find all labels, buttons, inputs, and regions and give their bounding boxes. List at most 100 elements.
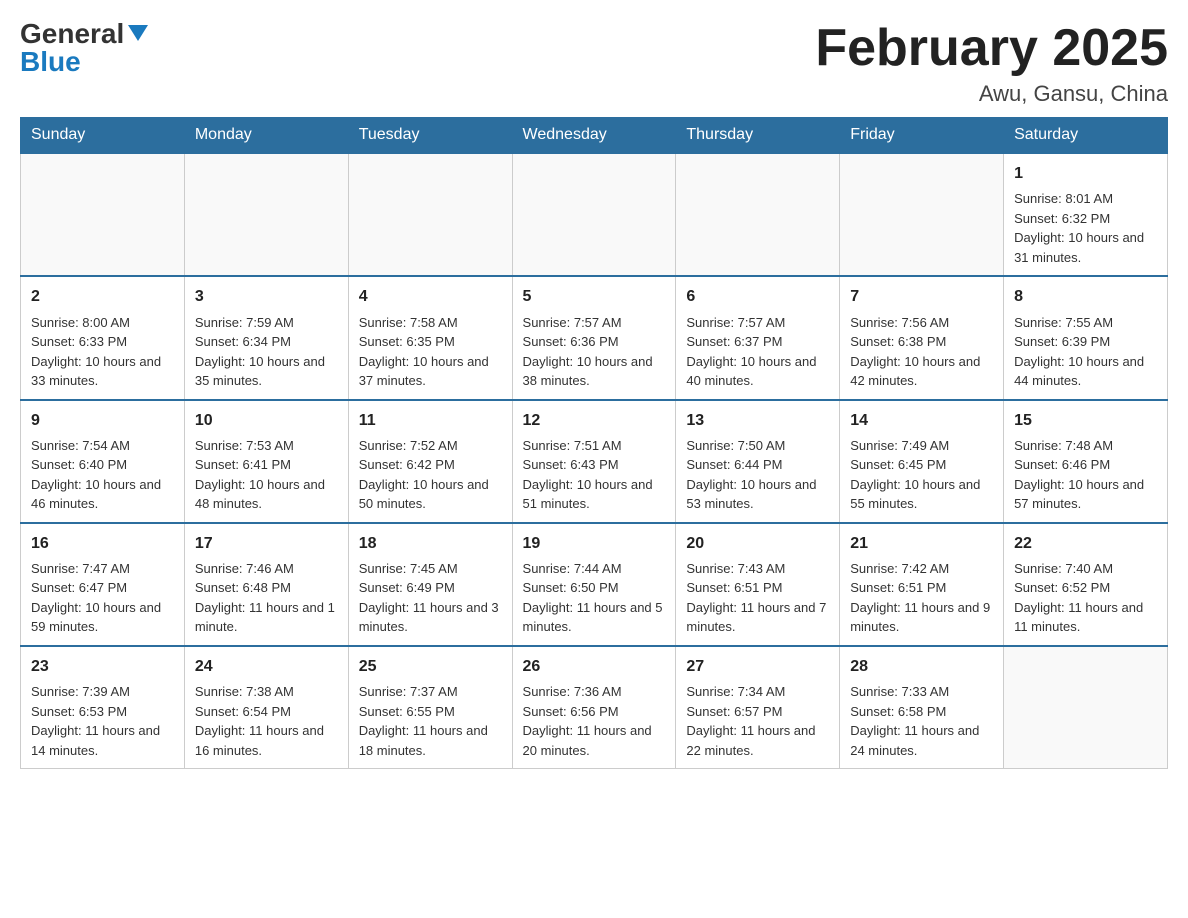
day-number: 27	[686, 655, 829, 678]
weekday-header-thursday: Thursday	[676, 118, 840, 154]
day-number: 24	[195, 655, 338, 678]
calendar-cell: 10 Sunrise: 7:53 AM Sunset: 6:41 PM Dayli…	[184, 400, 348, 523]
title-block: February 2025 Awu, Gansu, China	[815, 20, 1168, 107]
calendar-week-row: 23 Sunrise: 7:39 AM Sunset: 6:53 PM Dayli…	[21, 646, 1168, 769]
calendar-header: SundayMondayTuesdayWednesdayThursdayFrid…	[21, 118, 1168, 154]
weekday-header-saturday: Saturday	[1004, 118, 1168, 154]
day-info: Sunrise: 7:45 AM Sunset: 6:49 PM Dayligh…	[359, 559, 502, 637]
page-header: General Blue February 2025 Awu, Gansu, C…	[20, 20, 1168, 107]
day-info: Sunrise: 7:53 AM Sunset: 6:41 PM Dayligh…	[195, 436, 338, 514]
day-info: Sunrise: 7:55 AM Sunset: 6:39 PM Dayligh…	[1014, 313, 1157, 391]
calendar-cell: 2 Sunrise: 8:00 AM Sunset: 6:33 PM Daylig…	[21, 276, 185, 399]
calendar-location: Awu, Gansu, China	[815, 81, 1168, 107]
day-info: Sunrise: 7:33 AM Sunset: 6:58 PM Dayligh…	[850, 682, 993, 760]
calendar-cell: 12Sunrise: 7:51 AM Sunset: 6:43 PM Dayli…	[512, 400, 676, 523]
day-info: Sunrise: 7:34 AM Sunset: 6:57 PM Dayligh…	[686, 682, 829, 760]
day-number: 23	[31, 655, 174, 678]
day-info: Sunrise: 8:00 AM Sunset: 6:33 PM Dayligh…	[31, 313, 174, 391]
day-info: Sunrise: 7:57 AM Sunset: 6:36 PM Dayligh…	[523, 313, 666, 391]
calendar-cell: 25Sunrise: 7:37 AM Sunset: 6:55 PM Dayli…	[348, 646, 512, 769]
day-info: Sunrise: 7:44 AM Sunset: 6:50 PM Dayligh…	[523, 559, 666, 637]
day-info: Sunrise: 7:36 AM Sunset: 6:56 PM Dayligh…	[523, 682, 666, 760]
day-info: Sunrise: 7:39 AM Sunset: 6:53 PM Dayligh…	[31, 682, 174, 760]
day-number: 12	[523, 409, 666, 432]
calendar-cell: 14 Sunrise: 7:49 AM Sunset: 6:45 PM Dayli…	[840, 400, 1004, 523]
calendar-cell: 4 Sunrise: 7:58 AM Sunset: 6:35 PM Daylig…	[348, 276, 512, 399]
day-number: 10	[195, 409, 338, 432]
calendar-cell: 9 Sunrise: 7:54 AM Sunset: 6:40 PM Daylig…	[21, 400, 185, 523]
calendar-week-row: 9 Sunrise: 7:54 AM Sunset: 6:40 PM Daylig…	[21, 400, 1168, 523]
day-info: Sunrise: 7:46 AM Sunset: 6:48 PM Dayligh…	[195, 559, 338, 637]
calendar-cell	[840, 153, 1004, 276]
logo-blue-text: Blue	[20, 48, 81, 76]
day-number: 22	[1014, 532, 1157, 555]
day-number: 7	[850, 285, 993, 308]
day-info: Sunrise: 7:42 AM Sunset: 6:51 PM Dayligh…	[850, 559, 993, 637]
calendar-cell: 6 Sunrise: 7:57 AM Sunset: 6:37 PM Daylig…	[676, 276, 840, 399]
calendar-cell: 26 Sunrise: 7:36 AM Sunset: 6:56 PM Dayli…	[512, 646, 676, 769]
day-number: 26	[523, 655, 666, 678]
day-info: Sunrise: 7:49 AM Sunset: 6:45 PM Dayligh…	[850, 436, 993, 514]
day-number: 28	[850, 655, 993, 678]
day-info: Sunrise: 7:56 AM Sunset: 6:38 PM Dayligh…	[850, 313, 993, 391]
weekday-header-monday: Monday	[184, 118, 348, 154]
calendar-cell: 18 Sunrise: 7:45 AM Sunset: 6:49 PM Dayli…	[348, 523, 512, 646]
calendar-cell: 16Sunrise: 7:47 AM Sunset: 6:47 PM Dayli…	[21, 523, 185, 646]
calendar-cell: 23 Sunrise: 7:39 AM Sunset: 6:53 PM Dayli…	[21, 646, 185, 769]
calendar-cell	[512, 153, 676, 276]
calendar-week-row: 1 Sunrise: 8:01 AM Sunset: 6:32 PM Daylig…	[21, 153, 1168, 276]
calendar-cell: 15 Sunrise: 7:48 AM Sunset: 6:46 PM Dayli…	[1004, 400, 1168, 523]
calendar-cell	[348, 153, 512, 276]
calendar-cell: 8Sunrise: 7:55 AM Sunset: 6:39 PM Daylig…	[1004, 276, 1168, 399]
calendar-cell: 21 Sunrise: 7:42 AM Sunset: 6:51 PM Dayli…	[840, 523, 1004, 646]
calendar-cell: 19Sunrise: 7:44 AM Sunset: 6:50 PM Dayli…	[512, 523, 676, 646]
day-number: 20	[686, 532, 829, 555]
day-number: 4	[359, 285, 502, 308]
calendar-cell: 13Sunrise: 7:50 AM Sunset: 6:44 PM Dayli…	[676, 400, 840, 523]
calendar-cell: 20 Sunrise: 7:43 AM Sunset: 6:51 PM Dayli…	[676, 523, 840, 646]
day-number: 9	[31, 409, 174, 432]
logo-triangle-icon	[128, 25, 148, 41]
day-info: Sunrise: 7:50 AM Sunset: 6:44 PM Dayligh…	[686, 436, 829, 514]
day-number: 3	[195, 285, 338, 308]
day-info: Sunrise: 8:01 AM Sunset: 6:32 PM Dayligh…	[1014, 189, 1157, 267]
day-info: Sunrise: 7:57 AM Sunset: 6:37 PM Dayligh…	[686, 313, 829, 391]
day-number: 16	[31, 532, 174, 555]
day-number: 21	[850, 532, 993, 555]
calendar-week-row: 16Sunrise: 7:47 AM Sunset: 6:47 PM Dayli…	[21, 523, 1168, 646]
weekday-header-friday: Friday	[840, 118, 1004, 154]
day-info: Sunrise: 7:43 AM Sunset: 6:51 PM Dayligh…	[686, 559, 829, 637]
weekday-header-wednesday: Wednesday	[512, 118, 676, 154]
day-info: Sunrise: 7:38 AM Sunset: 6:54 PM Dayligh…	[195, 682, 338, 760]
day-number: 17	[195, 532, 338, 555]
calendar-cell: 3Sunrise: 7:59 AM Sunset: 6:34 PM Daylig…	[184, 276, 348, 399]
day-info: Sunrise: 7:54 AM Sunset: 6:40 PM Dayligh…	[31, 436, 174, 514]
calendar-cell	[184, 153, 348, 276]
day-number: 5	[523, 285, 666, 308]
calendar-cell	[676, 153, 840, 276]
logo-general-text: General	[20, 20, 124, 48]
day-info: Sunrise: 7:48 AM Sunset: 6:46 PM Dayligh…	[1014, 436, 1157, 514]
weekday-header-row: SundayMondayTuesdayWednesdayThursdayFrid…	[21, 118, 1168, 154]
calendar-cell: 28 Sunrise: 7:33 AM Sunset: 6:58 PM Dayli…	[840, 646, 1004, 769]
day-number: 14	[850, 409, 993, 432]
calendar-cell: 5 Sunrise: 7:57 AM Sunset: 6:36 PM Daylig…	[512, 276, 676, 399]
weekday-header-sunday: Sunday	[21, 118, 185, 154]
logo: General Blue	[20, 20, 148, 76]
calendar-week-row: 2 Sunrise: 8:00 AM Sunset: 6:33 PM Daylig…	[21, 276, 1168, 399]
calendar-cell	[1004, 646, 1168, 769]
day-number: 2	[31, 285, 174, 308]
day-number: 6	[686, 285, 829, 308]
day-number: 1	[1014, 162, 1157, 185]
day-number: 18	[359, 532, 502, 555]
day-number: 25	[359, 655, 502, 678]
calendar-title: February 2025	[815, 20, 1168, 77]
calendar-cell: 11Sunrise: 7:52 AM Sunset: 6:42 PM Dayli…	[348, 400, 512, 523]
calendar-cell: 17 Sunrise: 7:46 AM Sunset: 6:48 PM Dayli…	[184, 523, 348, 646]
day-info: Sunrise: 7:40 AM Sunset: 6:52 PM Dayligh…	[1014, 559, 1157, 637]
calendar-table: SundayMondayTuesdayWednesdayThursdayFrid…	[20, 117, 1168, 769]
day-number: 15	[1014, 409, 1157, 432]
calendar-cell: 7 Sunrise: 7:56 AM Sunset: 6:38 PM Daylig…	[840, 276, 1004, 399]
day-number: 11	[359, 409, 502, 432]
day-info: Sunrise: 7:58 AM Sunset: 6:35 PM Dayligh…	[359, 313, 502, 391]
